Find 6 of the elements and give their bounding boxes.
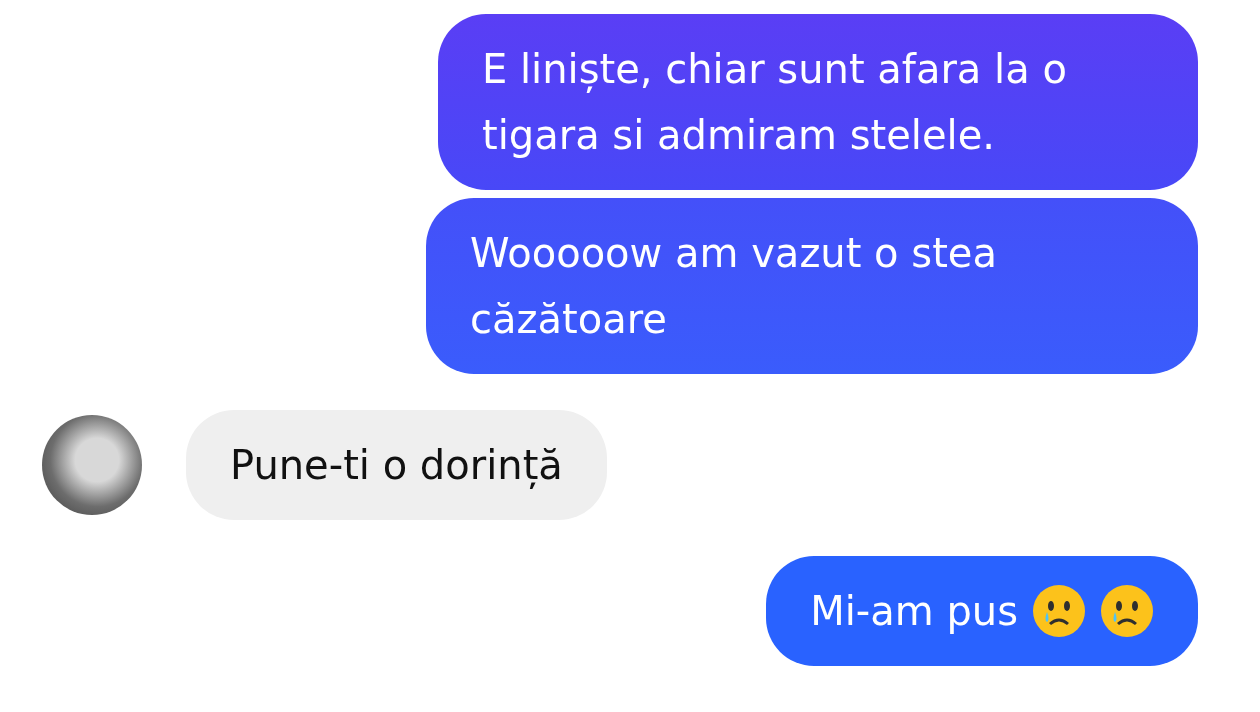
message-bubble: Pune-ti o dorință: [186, 410, 607, 520]
crying-face-icon: [1100, 584, 1154, 638]
message-bubble: Mi-am pus: [766, 556, 1198, 666]
message-bubble: E liniște, chiar sunt afara la o tigara si admiram stelele.: [438, 14, 1198, 190]
message-bubble: Wooooow am vazut o stea căzătoare: [426, 198, 1198, 374]
crying-face-icon: [1032, 584, 1086, 638]
